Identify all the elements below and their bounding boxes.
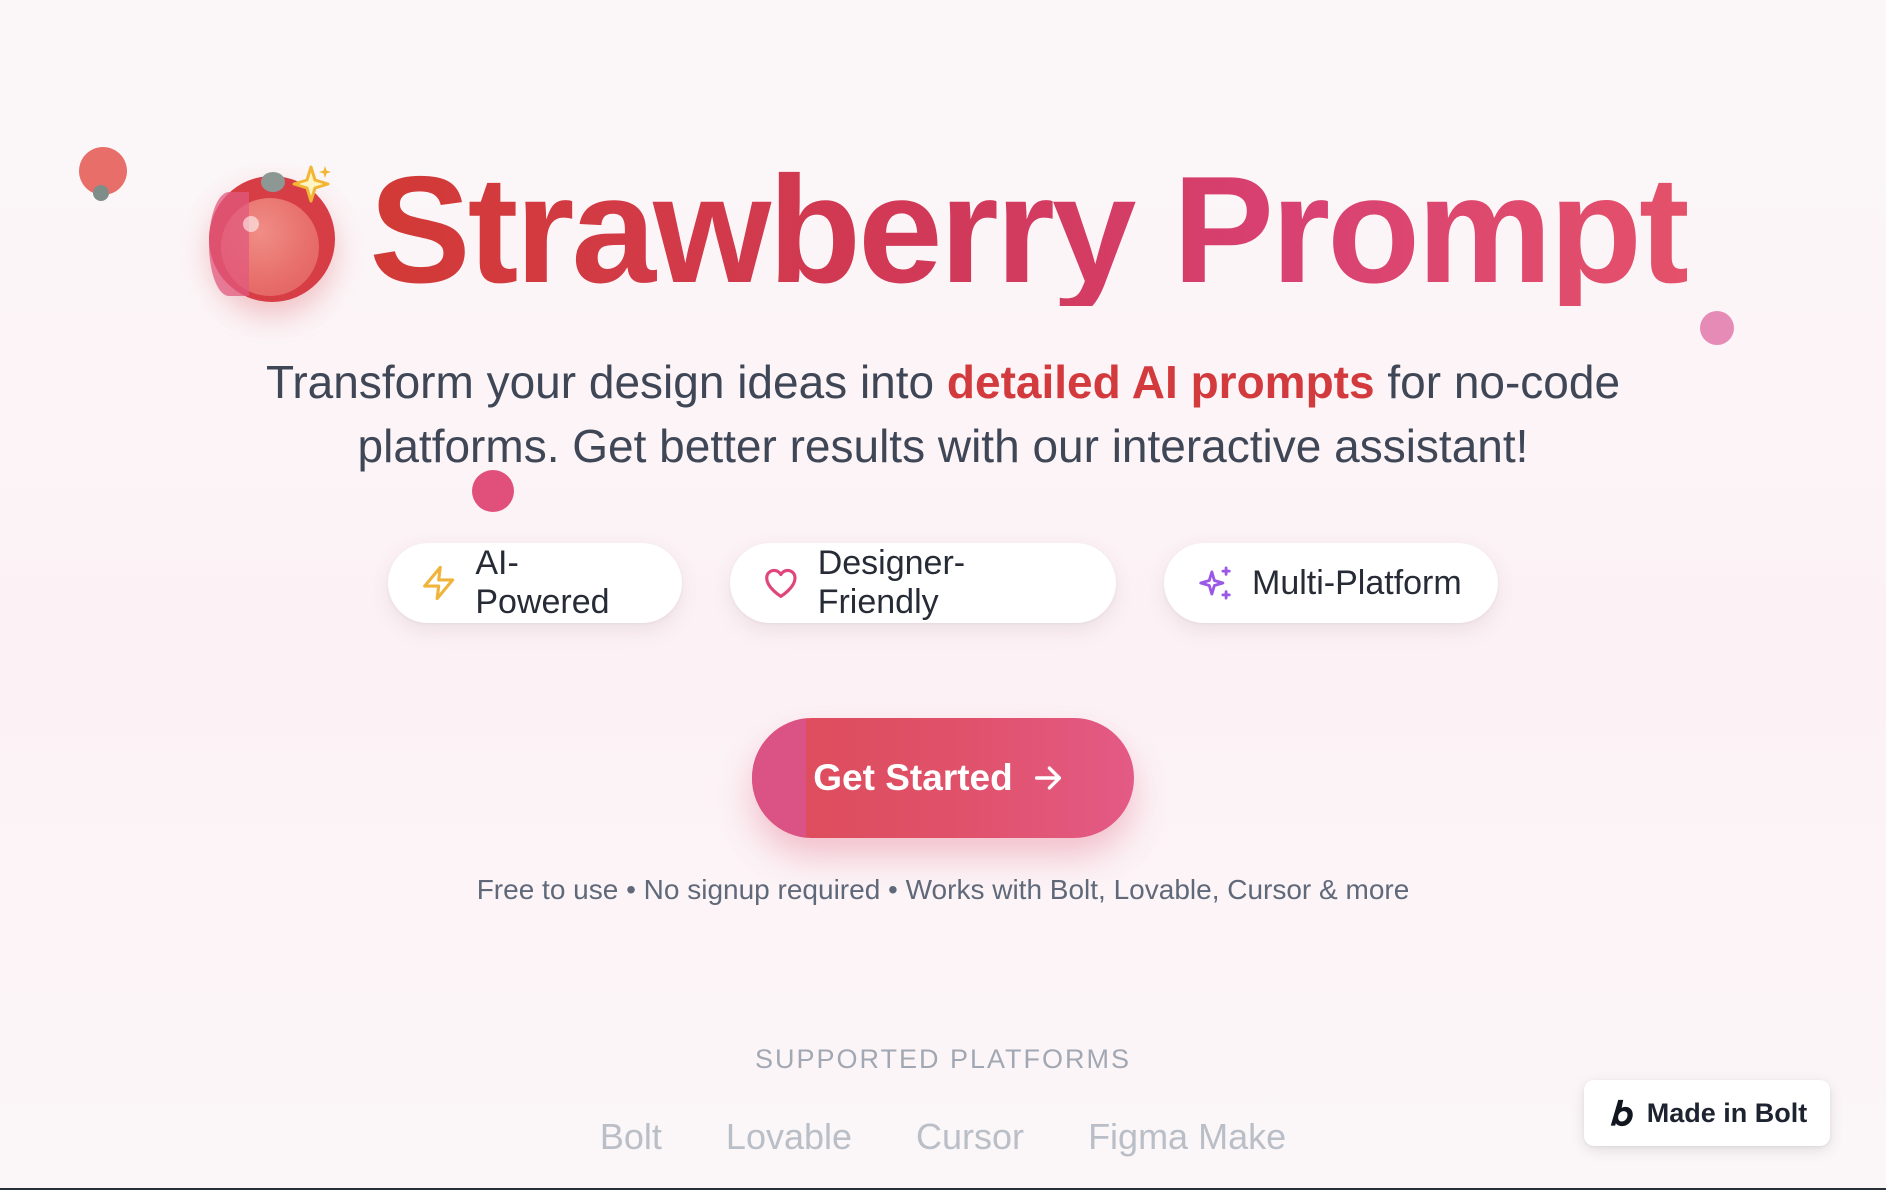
arrow-right-icon — [1034, 766, 1061, 790]
floating-dot — [1700, 311, 1734, 345]
hero-subtitle: Transform your design ideas into detaile… — [193, 350, 1693, 478]
sparkles-icon — [1199, 566, 1231, 600]
button-accent — [752, 718, 806, 838]
made-in-bolt-badge[interactable]: Made in Bolt — [1584, 1080, 1830, 1146]
feature-pill-designer-friendly: Designer-Friendly — [730, 543, 1116, 623]
badge-label: Made in Bolt — [1646, 1097, 1808, 1128]
platform-item-figma-make: Figma Make — [1088, 1116, 1287, 1157]
bolt-logo-icon — [1610, 1099, 1633, 1127]
feature-pills: AI-Powered Designer-Friendly Multi-Platf… — [0, 543, 1886, 623]
fine-print: Free to use • No signup required • Works… — [476, 874, 1410, 905]
feature-label: Multi-Platform — [1252, 563, 1462, 602]
platform-item-cursor: Cursor — [916, 1116, 1025, 1157]
heart-icon — [765, 568, 797, 598]
app-title: Strawberry Prompt — [369, 145, 1689, 315]
platform-item-lovable: Lovable — [725, 1116, 853, 1157]
platform-item-bolt: Bolt — [599, 1116, 662, 1157]
lightning-icon — [423, 565, 455, 601]
feature-label: AI-Powered — [475, 544, 610, 621]
feature-pill-ai-powered: AI-Powered — [388, 543, 682, 623]
hero-header: Strawberry Prompt — [0, 150, 1886, 310]
get-started-label: Get Started — [813, 757, 1013, 798]
feature-label: Designer-Friendly — [817, 544, 966, 621]
platforms-heading: SUPPORTED PLATFORMS — [754, 1044, 1132, 1074]
strawberry-icon — [199, 160, 339, 302]
subtitle-text: Transform your design ideas into — [265, 356, 947, 408]
sparkle-icon — [292, 165, 332, 203]
get-started-button[interactable]: Get Started — [752, 718, 1134, 838]
feature-pill-multi-platform: Multi-Platform — [1164, 543, 1498, 623]
cta-container: Get Started — [0, 718, 1886, 838]
subtitle-highlight: detailed AI prompts — [946, 356, 1375, 408]
